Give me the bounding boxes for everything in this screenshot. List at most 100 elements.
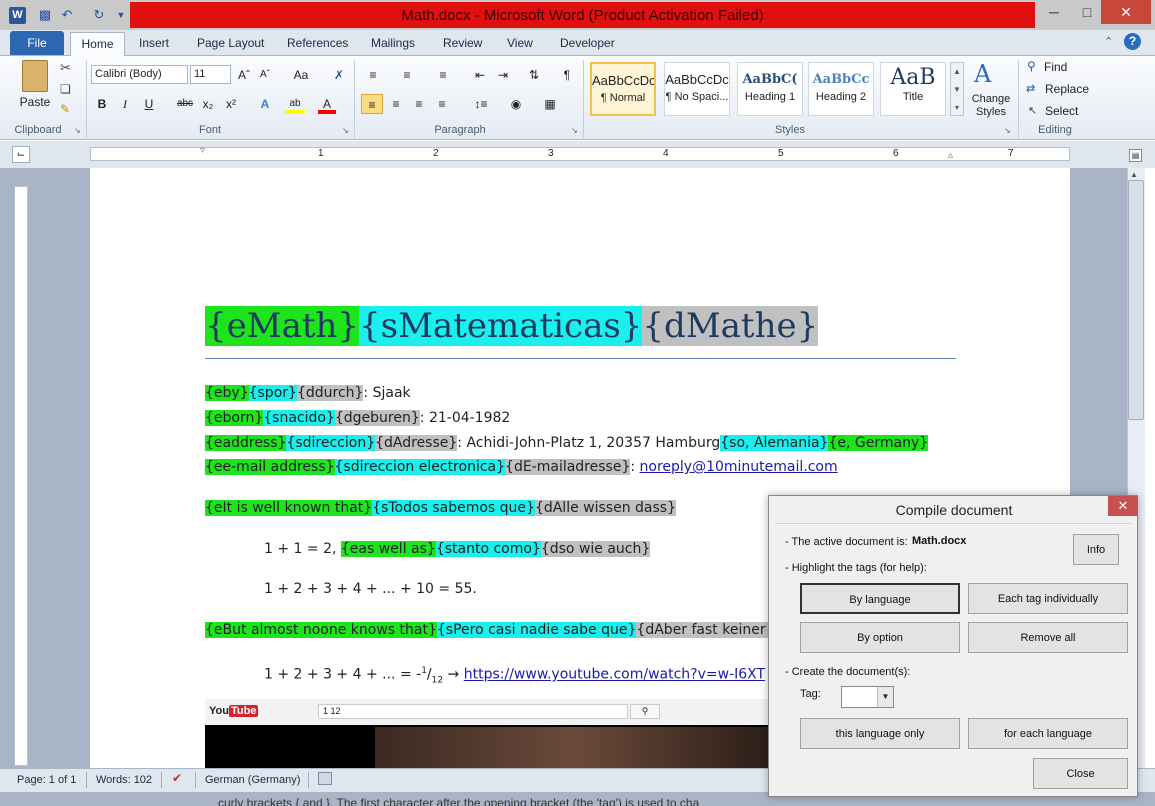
underline-icon[interactable]: U: [140, 94, 158, 114]
cut-icon[interactable]: ✂: [60, 60, 71, 76]
justify-icon[interactable]: ≡: [432, 94, 452, 114]
change-styles-button[interactable]: Change Styles: [968, 93, 1014, 119]
help-icon[interactable]: ?: [1124, 33, 1141, 50]
decrease-indent-icon[interactable]: ⇤: [470, 65, 490, 85]
tab-review[interactable]: Review: [437, 32, 488, 56]
redo-icon[interactable]: ↻: [90, 6, 108, 24]
subscript-icon[interactable]: x₂: [199, 94, 217, 114]
replace-button[interactable]: Replace: [1045, 82, 1089, 96]
paste-icon[interactable]: [22, 60, 48, 92]
customize-qat-icon[interactable]: ▼: [112, 6, 130, 24]
tab-home[interactable]: Home: [70, 32, 125, 57]
maximize-button[interactable]: □: [1071, 0, 1103, 24]
font-name-dropdown[interactable]: Calibri (Body): [91, 65, 188, 84]
borders-icon[interactable]: ▦: [540, 94, 560, 114]
format-painter-icon[interactable]: ✎: [60, 102, 70, 116]
dialog-close-icon[interactable]: ✕: [1108, 496, 1138, 516]
macro-recording-icon[interactable]: [318, 772, 332, 785]
tab-view[interactable]: View: [501, 32, 539, 56]
style-heading-2[interactable]: AaBbCc Heading 2: [808, 62, 874, 116]
word-app-icon[interactable]: W: [9, 7, 26, 24]
by-language-button[interactable]: By language: [800, 583, 960, 614]
replace-icon[interactable]: ⇄: [1026, 82, 1035, 95]
close-window-button[interactable]: ✕: [1101, 0, 1151, 24]
style-heading-1[interactable]: AaBbC( Heading 1: [737, 62, 803, 116]
bullets-icon[interactable]: ≡: [362, 65, 384, 85]
clear-formatting-icon[interactable]: ✗: [330, 65, 348, 85]
save-icon[interactable]: ▩: [36, 6, 54, 24]
superscript-icon[interactable]: x²: [222, 94, 240, 114]
status-words[interactable]: Words: 102: [96, 772, 152, 788]
this-language-only-button[interactable]: this language only: [800, 718, 960, 749]
shading-icon[interactable]: ◉: [506, 94, 526, 114]
strikethrough-icon[interactable]: abc: [174, 94, 196, 114]
find-button[interactable]: Find: [1044, 60, 1067, 74]
vertical-ruler[interactable]: [14, 186, 28, 766]
show-formatting-marks-icon[interactable]: ¶: [557, 65, 577, 85]
copy-icon[interactable]: ❏: [60, 82, 71, 96]
change-styles-icon[interactable]: A: [974, 60, 991, 88]
view-ruler-icon[interactable]: ▤: [1129, 149, 1142, 162]
email-link[interactable]: noreply@10minutemail.com: [640, 459, 838, 475]
status-language[interactable]: German (Germany): [205, 772, 300, 788]
styles-launcher-icon[interactable]: ↘: [1004, 126, 1011, 135]
increase-indent-icon[interactable]: ⇥: [493, 65, 513, 85]
style-title[interactable]: AaB Title: [880, 62, 946, 116]
tab-developer[interactable]: Developer: [554, 32, 621, 56]
undo-icon[interactable]: ↶: [58, 6, 76, 24]
highlight-color-icon[interactable]: ab: [285, 94, 305, 114]
remove-all-button[interactable]: Remove all: [968, 622, 1128, 653]
tag-english: {eaddress}: [205, 435, 287, 451]
find-icon[interactable]: ⚲: [1027, 59, 1036, 73]
grow-font-icon[interactable]: Aˆ: [235, 65, 253, 85]
style-normal[interactable]: AaBbCcDc ¶ Normal: [590, 62, 656, 116]
tab-page-layout[interactable]: Page Layout: [191, 32, 270, 56]
minimize-button[interactable]: ─: [1038, 0, 1070, 24]
tab-selector-icon[interactable]: ⌙: [12, 146, 30, 163]
align-center-icon[interactable]: ≡: [386, 94, 406, 114]
change-case-icon[interactable]: Aa: [288, 65, 314, 85]
tag-german: {dso wie auch}: [540, 541, 651, 557]
each-tag-individually-button[interactable]: Each tag individually: [968, 583, 1128, 614]
horizontal-ruler[interactable]: [90, 147, 1070, 161]
bold-icon[interactable]: B: [93, 94, 111, 114]
by-option-button[interactable]: By option: [800, 622, 960, 653]
sort-icon[interactable]: ⇅: [524, 65, 544, 85]
status-page[interactable]: Page: 1 of 1: [17, 772, 76, 788]
font-size-dropdown[interactable]: 11: [190, 65, 231, 84]
multilevel-list-icon[interactable]: ≡: [432, 65, 454, 85]
for-each-language-button[interactable]: for each language: [968, 718, 1128, 749]
youtube-link[interactable]: https://www.youtube.com/watch?v=w-I6XT: [464, 667, 765, 683]
right-indent-marker-icon[interactable]: ▵: [948, 150, 953, 161]
tag-dropdown[interactable]: ▼: [841, 686, 894, 708]
select-button[interactable]: Select: [1045, 104, 1078, 118]
text-effects-icon[interactable]: A: [256, 94, 274, 114]
tab-mailings[interactable]: Mailings: [365, 32, 421, 56]
paste-button[interactable]: Paste: [14, 92, 56, 112]
select-icon[interactable]: ↖: [1028, 104, 1037, 117]
styles-scroll-icon[interactable]: ▲ ▼ ▾: [950, 62, 964, 116]
shrink-font-icon[interactable]: Aˇ: [256, 65, 274, 85]
doc-line-email: {ee-mail address}{sdireccion electronica…: [205, 456, 838, 478]
numbering-icon[interactable]: ≡: [396, 65, 418, 85]
tab-references[interactable]: References: [281, 32, 354, 56]
align-right-icon[interactable]: ≡: [409, 94, 429, 114]
tab-file[interactable]: File: [10, 31, 64, 55]
align-left-icon[interactable]: ≡: [361, 94, 383, 114]
font-color-icon[interactable]: A: [318, 94, 336, 114]
italic-icon[interactable]: I: [116, 94, 134, 114]
close-button[interactable]: Close: [1033, 758, 1128, 789]
tab-insert[interactable]: Insert: [133, 32, 175, 56]
indent-marker-icon[interactable]: ▿: [200, 145, 205, 156]
proofing-icon[interactable]: ✔: [172, 771, 182, 785]
scrollbar-thumb[interactable]: [1128, 180, 1144, 420]
clipboard-launcher-icon[interactable]: ↘: [74, 126, 81, 135]
paragraph-launcher-icon[interactable]: ↘: [571, 126, 578, 135]
style-no-spacing[interactable]: AaBbCcDc ¶ No Spaci...: [664, 62, 730, 116]
scroll-up-icon[interactable]: ▲: [1130, 170, 1138, 179]
line-spacing-icon[interactable]: ↕≡: [468, 94, 494, 114]
info-button[interactable]: Info: [1073, 534, 1119, 565]
font-launcher-icon[interactable]: ↘: [342, 126, 349, 135]
tag-german: {dAdresse}: [375, 435, 458, 451]
minimize-ribbon-icon[interactable]: ⌃: [1104, 35, 1113, 48]
